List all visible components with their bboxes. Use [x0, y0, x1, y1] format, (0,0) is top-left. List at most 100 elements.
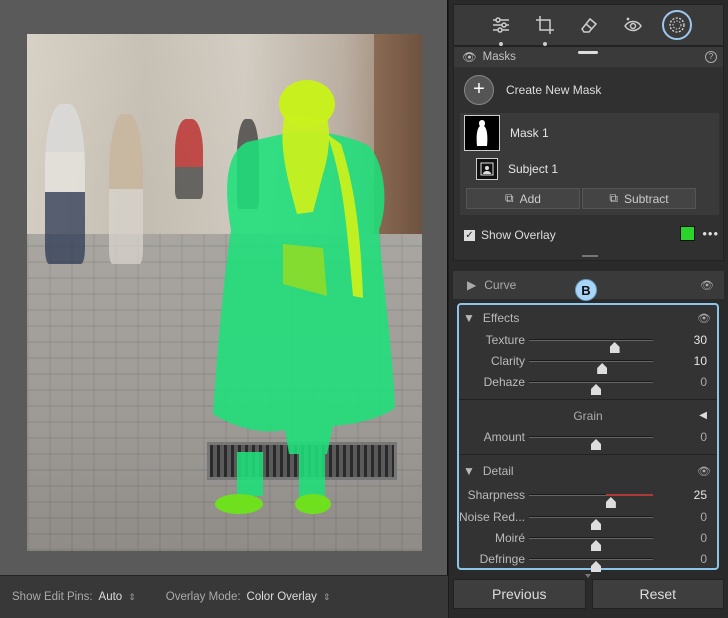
noise-reduction-slider[interactable]	[529, 516, 653, 518]
masks-title: Masks	[482, 51, 516, 63]
subject-mask-overlay	[213, 80, 395, 514]
image-canvas[interactable]	[0, 0, 448, 575]
effects-section-header[interactable]: ▼ Effects 👁	[463, 311, 717, 325]
detail-section-header[interactable]: ▼ Detail 👁	[463, 464, 717, 478]
sharpness-slider[interactable]	[529, 494, 653, 496]
eye-icon[interactable]: 👁	[697, 312, 711, 325]
dehaze-slider[interactable]	[529, 381, 653, 383]
slider-value[interactable]: 30	[694, 333, 707, 347]
healing-eraser-icon[interactable]	[574, 10, 604, 40]
canvas-toolbar: Show Edit Pins: Auto ⇕ Overlay Mode: Col…	[0, 575, 448, 618]
dehaze-slider-row: Dehaze 0	[459, 373, 717, 391]
red-eye-icon[interactable]	[618, 10, 648, 40]
add-button[interactable]: ⧉ Add	[466, 188, 580, 209]
mask-item[interactable]: Mask 1	[464, 115, 549, 151]
curve-label: Curve	[484, 278, 517, 292]
overlay-color-swatch[interactable]	[680, 226, 695, 241]
detail-title: Detail	[482, 464, 514, 478]
eye-icon[interactable]: 👁	[462, 50, 477, 64]
create-new-mask-button[interactable]: + Create New Mask	[464, 75, 601, 105]
clarity-slider[interactable]	[529, 360, 653, 362]
amount-slider[interactable]	[529, 436, 653, 438]
expand-triangle-icon[interactable]: ◀	[699, 410, 707, 421]
defringe-slider[interactable]	[529, 558, 653, 560]
previous-button[interactable]: Previous	[453, 579, 586, 609]
subtract-button[interactable]: ⧉ Subtract	[582, 188, 696, 209]
component-name: Subject 1	[508, 162, 559, 176]
slider-value[interactable]: 0	[700, 552, 707, 566]
collapse-triangle-icon[interactable]: ▼	[463, 464, 475, 478]
mask-name: Mask 1	[510, 126, 549, 140]
subtract-label: Subtract	[623, 191, 669, 206]
slider-value[interactable]: 0	[700, 510, 707, 524]
slider-label: Clarity	[490, 354, 525, 368]
crop-icon[interactable]	[530, 10, 560, 46]
effects-title: Effects	[482, 311, 520, 325]
noise-reduction-slider-row: Noise Red... 0	[459, 508, 717, 526]
show-overlay-row: ✓ Show Overlay •••	[464, 226, 718, 242]
overlay-mode-label: Overlay Mode:	[165, 591, 241, 603]
add-label: Add	[519, 191, 541, 206]
masking-icon[interactable]	[661, 10, 692, 40]
panel-grip[interactable]	[585, 574, 591, 578]
show-overlay-checkbox[interactable]: ✓	[464, 229, 475, 241]
panel-resize-grip[interactable]	[582, 255, 598, 257]
tool-strip	[453, 4, 724, 46]
chevron-updown-icon[interactable]: ⇕	[128, 592, 136, 603]
expand-triangle-icon[interactable]: ▶	[467, 278, 476, 292]
texture-slider-row: Texture 30	[459, 331, 717, 349]
slider-value[interactable]: 0	[700, 375, 707, 389]
show-edit-pins-label: Show Edit Pins:	[12, 591, 93, 603]
slider-value[interactable]: 10	[694, 354, 707, 368]
add-mask-icon: ⧉	[505, 191, 514, 205]
navigation-buttons: Previous Reset	[453, 574, 724, 609]
collapse-triangle-icon[interactable]: ▼	[463, 311, 475, 325]
subject-icon	[476, 158, 498, 180]
slider-label: Dehaze	[483, 375, 525, 389]
create-new-mask-label: Create New Mask	[506, 83, 602, 97]
photo-preview[interactable]	[27, 34, 422, 551]
masks-panel-header: 👁 Masks ?	[454, 47, 723, 67]
mask-thumbnail	[464, 115, 500, 151]
reset-button[interactable]: Reset	[591, 579, 724, 609]
show-edit-pins-select[interactable]: Auto	[99, 591, 123, 603]
clarity-slider-row: Clarity 10	[459, 352, 717, 370]
texture-slider[interactable]	[529, 339, 653, 341]
plus-icon[interactable]: +	[464, 75, 494, 105]
panel-grip[interactable]	[578, 51, 598, 54]
slider-label: Texture	[485, 333, 525, 347]
eye-icon[interactable]: 👁	[697, 465, 711, 478]
chevron-updown-icon[interactable]: ⇕	[323, 592, 331, 603]
develop-panel: A 👁 Masks ? + Create New Mask Mask 1 S	[449, 0, 728, 618]
slider-label: Noise Red...	[458, 510, 525, 524]
amount-slider-row: Amount 0	[459, 428, 717, 446]
subtract-mask-icon: ⧉	[609, 191, 618, 205]
slider-value[interactable]: 25	[694, 488, 707, 502]
divider	[459, 399, 717, 400]
slider-value[interactable]: 0	[700, 430, 707, 444]
slider-label: Moiré	[494, 531, 525, 545]
slider-label: Amount	[483, 430, 525, 444]
overlay-mode-select[interactable]: Color Overlay	[247, 591, 317, 603]
slider-label: Defringe	[479, 552, 525, 566]
grain-label: Grain	[573, 409, 603, 423]
slider-value[interactable]: 0	[700, 531, 707, 545]
eye-icon[interactable]: 👁	[700, 279, 714, 292]
sharpness-slider-row: Sharpness 25	[459, 486, 717, 504]
divider	[459, 454, 717, 455]
mask-component-item[interactable]: Subject 1	[476, 158, 558, 180]
adjustments-panel: ▼ Effects 👁 Texture 30 Clarity 10 Dehaze…	[457, 303, 719, 570]
show-overlay-label: Show Overlay	[481, 228, 556, 242]
more-options-icon[interactable]: •••	[702, 226, 719, 241]
add-subtract-group: ⧉ Add ⧉ Subtract	[466, 188, 696, 209]
moire-slider-row: Moiré 0	[459, 529, 717, 547]
callout-badge-b: B	[575, 279, 597, 301]
moire-slider[interactable]	[529, 537, 653, 539]
slider-fill	[605, 494, 653, 496]
slider-label: Sharpness	[467, 488, 525, 502]
masks-panel: 👁 Masks ? + Create New Mask Mask 1 Subje…	[453, 46, 724, 261]
grain-subsection[interactable]: Grain ◀	[459, 409, 717, 423]
edit-sliders-icon[interactable]	[486, 10, 516, 46]
help-icon[interactable]: ?	[705, 51, 717, 63]
defringe-slider-row: Defringe 0	[459, 550, 717, 568]
